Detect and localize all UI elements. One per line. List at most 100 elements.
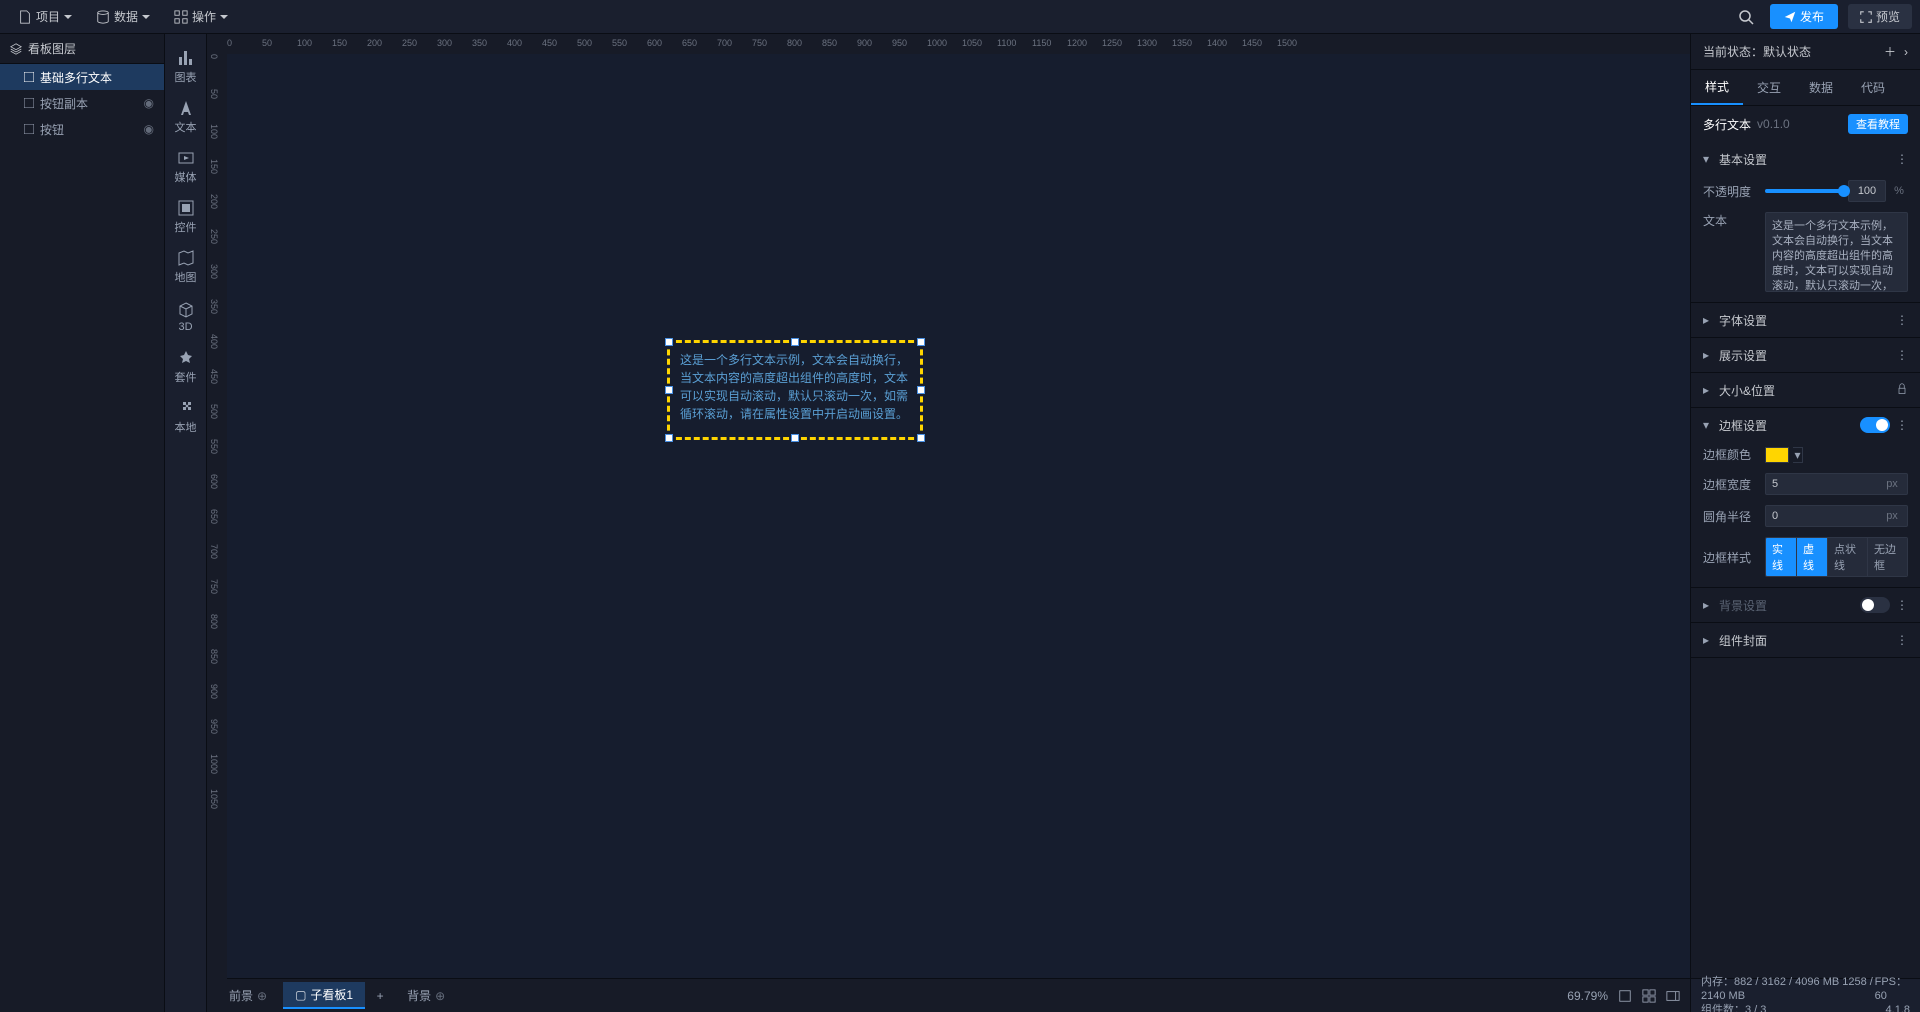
fit-icon[interactable] <box>1618 989 1632 1003</box>
section-display-header[interactable]: ▸ 展示设置 ⋮ <box>1691 338 1920 372</box>
chevron-right-icon: ▸ <box>1703 598 1713 612</box>
resize-handle-tl[interactable] <box>665 338 673 346</box>
tool-kit[interactable]: 套件 <box>165 342 207 392</box>
prop-border-color: 边框颜色 ▾ <box>1703 446 1908 463</box>
section-border: ▾ 边框设置 ⋮ 边框颜色 ▾ 边框宽度 <box>1691 408 1920 588</box>
border-color-swatch[interactable] <box>1765 447 1789 463</box>
layout-icon[interactable] <box>1642 989 1656 1003</box>
resize-handle-bl[interactable] <box>665 434 673 442</box>
prop-text: 文本 这是一个多行文本示例，文本会自动换行，当文本内容的高度超出组件的高度时，文… <box>1703 212 1908 292</box>
topbar-right: 发布 预览 <box>1732 3 1912 31</box>
text-icon <box>24 124 34 134</box>
selected-component[interactable]: 这是一个多行文本示例，文本会自动换行，当文本内容的高度超出组件的高度时，文本可以… <box>667 340 923 440</box>
menu-actions[interactable]: 操作 <box>164 4 238 29</box>
border-width-input[interactable]: 5 px <box>1765 473 1908 495</box>
border-toggle[interactable] <box>1860 417 1890 433</box>
state-bar: 当前状态： 默认状态 ＋ › <box>1691 34 1920 70</box>
preview-button[interactable]: 预览 <box>1848 4 1912 29</box>
search-button[interactable] <box>1732 3 1760 31</box>
layer-item-text[interactable]: 基础多行文本 <box>0 64 164 90</box>
canvas-area[interactable]: 这是一个多行文本示例，文本会自动换行，当文本内容的高度超出组件的高度时，文本可以… <box>227 54 1690 978</box>
main: 看板图层 基础多行文本 按钮副本 ◉ 按钮 ◉ 图表 文本 媒体 控件 地图 3… <box>0 34 1920 1012</box>
layer-panel-header: 看板图层 <box>0 34 164 64</box>
prop-body: ▾ 基本设置 ⋮ 不透明度 100 % <box>1691 142 1920 978</box>
cube-icon <box>177 301 195 319</box>
chevron-down-icon <box>220 13 228 21</box>
tab-style[interactable]: 样式 <box>1691 70 1743 105</box>
section-basic: ▾ 基本设置 ⋮ 不透明度 100 % <box>1691 142 1920 303</box>
tab-interaction[interactable]: 交互 <box>1743 70 1795 105</box>
tab-subboard[interactable]: ▢子看板1 <box>283 982 365 1009</box>
opacity-value[interactable]: 100 <box>1848 180 1886 202</box>
opacity-slider[interactable] <box>1765 189 1844 193</box>
more-icon[interactable]: ⋮ <box>1896 598 1908 612</box>
resize-handle-tm[interactable] <box>791 338 799 346</box>
section-sizepos-header[interactable]: ▸ 大小&位置 <box>1691 373 1920 407</box>
radius-input[interactable]: 0 px <box>1765 505 1908 527</box>
right-panel: 当前状态： 默认状态 ＋ › 样式 交互 数据 代码 多行文本 v0.1.0 查… <box>1690 34 1920 1012</box>
component-name: 多行文本 <box>1703 116 1751 133</box>
tool-chart[interactable]: 图表 <box>165 42 207 92</box>
add-state-button[interactable]: ＋ <box>1884 43 1896 60</box>
tool-control[interactable]: 控件 <box>165 192 207 242</box>
component-version: v0.1.0 <box>1757 117 1790 131</box>
tool-3d[interactable]: 3D <box>165 292 207 342</box>
resize-handle-ml[interactable] <box>665 386 673 394</box>
tutorial-button[interactable]: 查看教程 <box>1848 114 1908 134</box>
resize-handle-tr[interactable] <box>917 338 925 346</box>
chevron-right-icon: ▸ <box>1703 348 1713 362</box>
layer-item-button-copy[interactable]: 按钮副本 ◉ <box>0 90 164 116</box>
resize-handle-bm[interactable] <box>791 434 799 442</box>
more-icon[interactable]: ⋮ <box>1896 152 1908 166</box>
border-style-dashed[interactable]: 虚线 <box>1797 538 1828 576</box>
text-icon <box>177 99 195 117</box>
menu-data[interactable]: 数据 <box>86 4 160 29</box>
resize-handle-br[interactable] <box>917 434 925 442</box>
more-icon[interactable]: ⋮ <box>1896 633 1908 647</box>
tool-map[interactable]: 地图 <box>165 242 207 292</box>
grid-icon <box>174 10 188 24</box>
left-panel: 看板图层 基础多行文本 按钮副本 ◉ 按钮 ◉ <box>0 34 165 1012</box>
more-icon[interactable]: ⋮ <box>1896 313 1908 327</box>
canvas-bottom-tabs: 前景⊕ ▢子看板1 + 背景⊕ 69.79% <box>207 978 1690 1012</box>
border-style-none[interactable]: 无边框 <box>1868 538 1907 576</box>
tab-data[interactable]: 数据 <box>1795 70 1847 105</box>
send-icon <box>1784 11 1796 23</box>
resize-handle-mr[interactable] <box>917 386 925 394</box>
section-cover-header[interactable]: ▸ 组件封面 ⋮ <box>1691 623 1920 657</box>
section-border-header[interactable]: ▾ 边框设置 ⋮ <box>1691 408 1920 442</box>
chevron-right-icon: ▸ <box>1703 633 1713 647</box>
section-basic-header[interactable]: ▾ 基本设置 ⋮ <box>1691 142 1920 176</box>
state-next-button[interactable]: › <box>1904 45 1908 59</box>
fullscreen-icon <box>1860 11 1872 23</box>
tab-code[interactable]: 代码 <box>1847 70 1899 105</box>
more-icon[interactable]: ⋮ <box>1896 348 1908 362</box>
prop-border-style: 边框样式 实线 虚线 点状线 无边框 <box>1703 537 1908 577</box>
tool-text[interactable]: 文本 <box>165 92 207 142</box>
visibility-icon[interactable]: ◉ <box>144 96 154 110</box>
panel-icon[interactable] <box>1666 989 1680 1003</box>
tool-local[interactable]: 本地 <box>165 392 207 442</box>
tab-background[interactable]: 背景⊕ <box>395 983 457 1008</box>
section-bg-header[interactable]: ▸ 背景设置 ⋮ <box>1691 588 1920 622</box>
chevron-down-icon <box>142 13 150 21</box>
layer-item-button[interactable]: 按钮 ◉ <box>0 116 164 142</box>
menu-project[interactable]: 项目 <box>8 4 82 29</box>
publish-button[interactable]: 发布 <box>1770 4 1838 29</box>
border-style-solid[interactable]: 实线 <box>1766 538 1797 576</box>
database-icon <box>96 10 110 24</box>
border-style-dotted[interactable]: 点状线 <box>1828 538 1868 576</box>
add-tab-button[interactable]: + <box>369 985 391 1007</box>
more-icon[interactable]: ⋮ <box>1896 418 1908 432</box>
lock-icon[interactable] <box>1896 383 1908 398</box>
color-dropdown[interactable]: ▾ <box>1793 447 1803 463</box>
chevron-down-icon <box>64 13 72 21</box>
visibility-icon[interactable]: ◉ <box>144 122 154 136</box>
tool-media[interactable]: 媒体 <box>165 142 207 192</box>
control-icon <box>177 199 195 217</box>
text-input[interactable]: 这是一个多行文本示例，文本会自动换行，当文本内容的高度超出组件的高度时，文本可以… <box>1765 212 1908 292</box>
topbar-left: 项目 数据 操作 <box>8 4 238 29</box>
chevron-down-icon: ▾ <box>1703 152 1713 166</box>
section-font-header[interactable]: ▸ 字体设置 ⋮ <box>1691 303 1920 337</box>
bg-toggle[interactable] <box>1860 597 1890 613</box>
